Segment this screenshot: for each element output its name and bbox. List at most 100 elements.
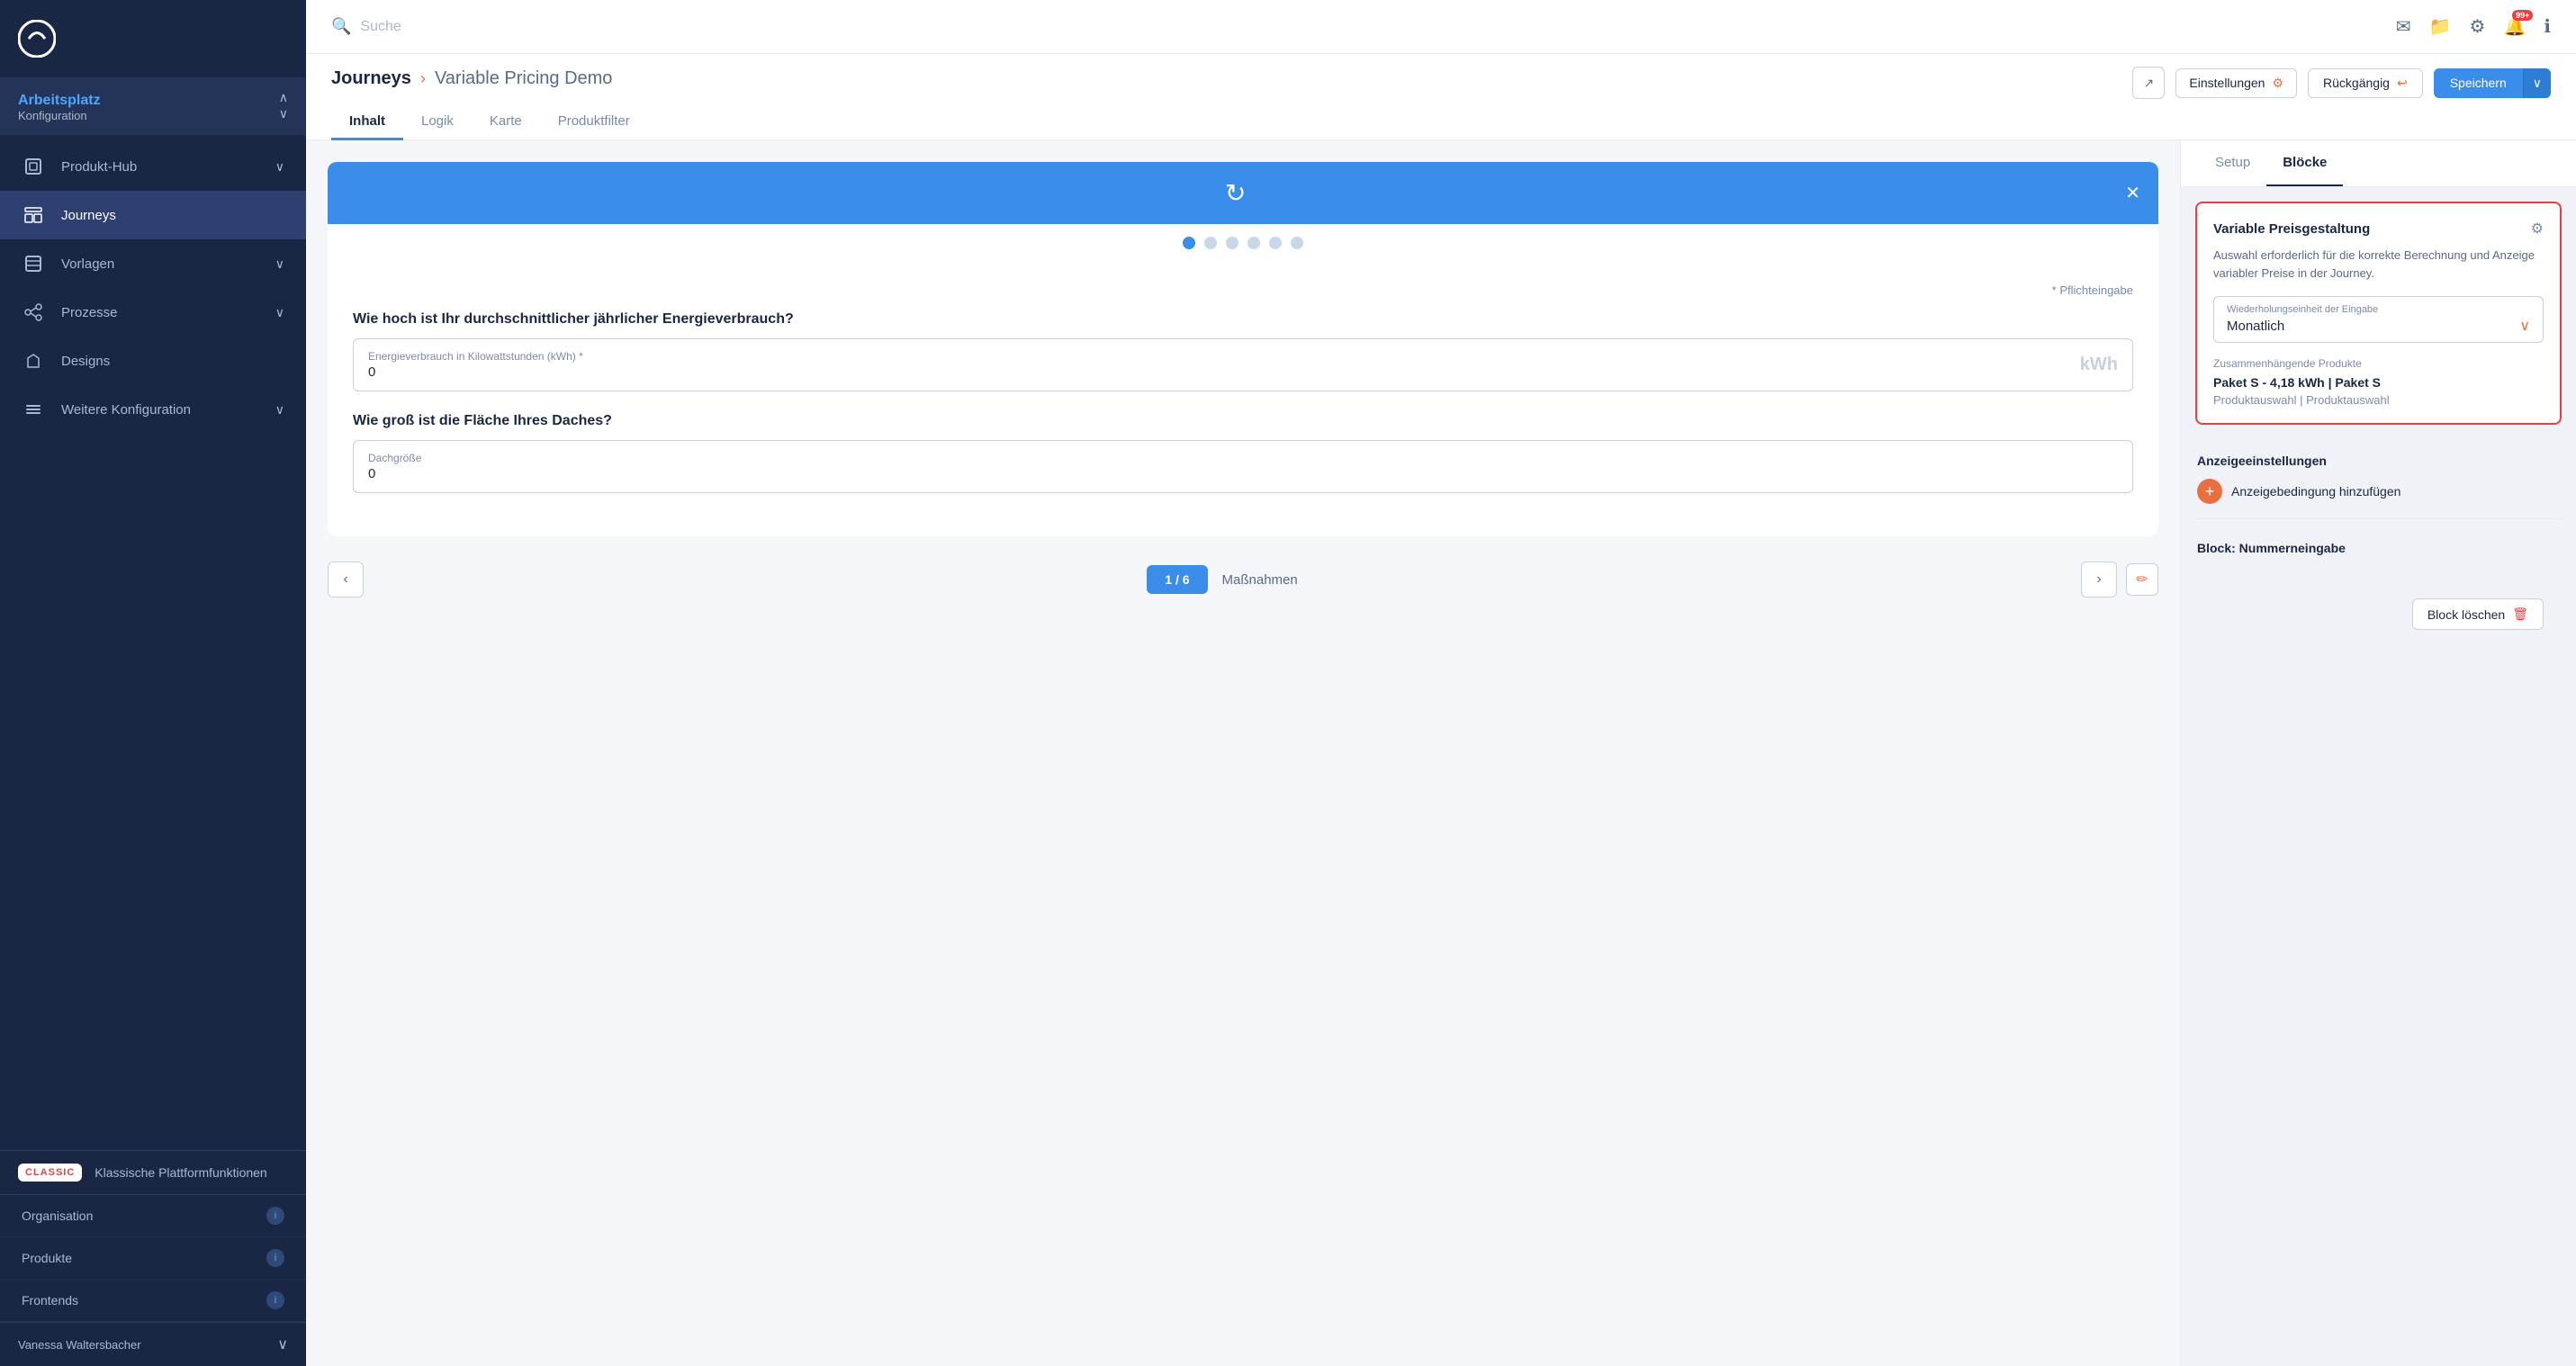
sidebar-item-designs-label: Designs xyxy=(61,354,110,369)
chevron-right-icon: ∨ xyxy=(275,159,284,175)
frontends-label: Frontends xyxy=(22,1293,78,1308)
sidebar-item-journeys-label: Journeys xyxy=(61,208,116,223)
mail-icon[interactable]: ✉ xyxy=(2396,15,2411,38)
save-dropdown-button[interactable]: ∨ xyxy=(2523,68,2551,98)
page-header: Journeys › Variable Pricing Demo ↗ Einst… xyxy=(306,54,2576,140)
sidebar-item-prozesse-label: Prozesse xyxy=(61,305,118,320)
form-content: * Pflichteingabe Wie hoch ist Ihr durchs… xyxy=(328,262,2158,536)
sidebar-produkte[interactable]: Produkte i xyxy=(0,1237,306,1280)
page-dots xyxy=(328,224,2158,262)
next-arrow-icon: › xyxy=(2096,571,2101,588)
question-2: Wie groß ist die Fläche Ihres Daches? xyxy=(353,413,2133,429)
canvas-header-bar: ↻ ✕ xyxy=(328,162,2158,224)
sidebar-organisation[interactable]: Organisation i xyxy=(0,1195,306,1237)
repetition-select[interactable]: Wiederholungseinheit der Eingabe Monatli… xyxy=(2213,296,2544,343)
panel-tabs: Setup Blöcke xyxy=(2181,140,2576,187)
settings-gear-icon: ⚙ xyxy=(2272,76,2283,91)
related-products-label: Zusammenhängende Produkte xyxy=(2213,357,2544,370)
chevron-down-icon: ∨ xyxy=(275,256,284,272)
journey-canvas: ↻ ✕ * Pflichteingabe Wie hoch ist Ihr du… xyxy=(306,140,2180,1366)
folder-icon[interactable]: 📁 xyxy=(2429,15,2452,38)
delete-block-button[interactable]: Block löschen 🗑 xyxy=(2412,598,2544,630)
step-label: Maßnahmen xyxy=(1222,572,1298,588)
pencil-icon: ✏ xyxy=(2136,571,2148,589)
sidebar-frontends[interactable]: Frontends i xyxy=(0,1280,306,1322)
sidebar-item-journeys[interactable]: Journeys xyxy=(0,191,306,239)
main-content: 🔍 Suche ✉ 📁 ⚙ 🔔 99+ ℹ Journeys › Variabl… xyxy=(306,0,2576,1366)
breadcrumb-current: Variable Pricing Demo xyxy=(435,68,613,89)
right-panel: Setup Blöcke Variable Preisgestaltung ⚙ … xyxy=(2180,140,2576,1366)
search-icon: 🔍 xyxy=(331,17,351,36)
sidebar-logo xyxy=(0,0,306,77)
dot-4[interactable] xyxy=(1247,237,1260,249)
classic-badge: CLASSIC xyxy=(18,1164,82,1182)
energy-field-label: Energieverbrauch in Kilowattstunden (kWh… xyxy=(368,350,2080,363)
info-icon: i xyxy=(266,1207,284,1225)
prev-page-button[interactable]: ‹ xyxy=(328,562,364,598)
cube-icon xyxy=(22,155,45,178)
block-card-header: Variable Preisgestaltung ⚙ xyxy=(2213,220,2544,238)
sidebar-item-prozesse[interactable]: Prozesse ∨ xyxy=(0,288,306,337)
save-main-button[interactable]: Speichern xyxy=(2434,68,2523,97)
open-external-button[interactable]: ↗ xyxy=(2132,67,2165,99)
workspace-subtitle: Konfiguration xyxy=(18,109,101,122)
question-1: Wie hoch ist Ihr durchschnittlicher jähr… xyxy=(353,311,2133,328)
panel-tab-bloecke[interactable]: Blöcke xyxy=(2266,140,2343,186)
next-page-button[interactable]: › xyxy=(2081,562,2117,598)
tab-logik[interactable]: Logik xyxy=(403,104,472,140)
config-icon xyxy=(22,398,45,421)
topbar-actions: ✉ 📁 ⚙ 🔔 99+ ℹ xyxy=(2396,15,2551,38)
sidebar-item-produkt-hub-label: Produkt-Hub xyxy=(61,159,137,175)
topbar: 🔍 Suche ✉ 📁 ⚙ 🔔 99+ ℹ xyxy=(306,0,2576,54)
select-value: Monatlich xyxy=(2227,319,2284,334)
sidebar-item-vorlagen[interactable]: Vorlagen ∨ xyxy=(0,239,306,288)
add-condition-button[interactable]: + Anzeigebedingung hinzufügen xyxy=(2197,479,2560,504)
classic-label: Klassische Plattformfunktionen xyxy=(95,1165,266,1180)
tab-produktfilter[interactable]: Produktfilter xyxy=(540,104,648,140)
dropdown-arrow-icon: ∨ xyxy=(2519,317,2530,335)
dot-6[interactable] xyxy=(1291,237,1303,249)
edit-step-button[interactable]: ✏ xyxy=(2126,563,2158,596)
sidebar-user[interactable]: Vanessa Waltersbacher ∨ xyxy=(0,1322,306,1366)
energy-unit: kWh xyxy=(2080,355,2118,375)
gear-icon[interactable]: ⚙ xyxy=(2470,15,2486,38)
chevron-down-3-icon: ∨ xyxy=(275,402,284,418)
breadcrumb-link[interactable]: Journeys xyxy=(331,68,411,89)
dot-2[interactable] xyxy=(1204,237,1217,249)
display-settings-section: Anzeigeeinstellungen + Anzeigebedingung … xyxy=(2181,439,2576,518)
dot-1[interactable] xyxy=(1183,237,1195,249)
workspace-selector[interactable]: Arbeitsplatz Konfiguration ∧ ∨ xyxy=(0,77,306,135)
content-area: ↻ ✕ * Pflichteingabe Wie hoch ist Ihr du… xyxy=(306,140,2576,1366)
bell-icon[interactable]: 🔔 99+ xyxy=(2503,15,2526,38)
page-tabs: Inhalt Logik Karte Produktfilter xyxy=(331,104,2551,139)
sidebar-item-produkt-hub[interactable]: Produkt-Hub ∨ xyxy=(0,142,306,191)
tab-karte[interactable]: Karte xyxy=(472,104,540,140)
notification-badge: 99+ xyxy=(2512,10,2533,21)
dach-input-group[interactable]: Dachgröße 0 xyxy=(353,440,2133,493)
block-section: Block: Nummerneingabe xyxy=(2181,519,2576,580)
panel-tab-setup[interactable]: Setup xyxy=(2199,140,2266,186)
settings-label: Einstellungen xyxy=(2189,76,2265,90)
energy-input-group[interactable]: Energieverbrauch in Kilowattstunden (kWh… xyxy=(353,338,2133,391)
search-area: 🔍 Suche xyxy=(331,17,401,36)
dot-3[interactable] xyxy=(1226,237,1238,249)
dot-5[interactable] xyxy=(1269,237,1282,249)
info-icon[interactable]: ℹ xyxy=(2544,15,2551,38)
dach-field-label: Dachgröße xyxy=(368,452,2118,464)
loading-icon: ↻ xyxy=(1225,178,1246,208)
settings-button[interactable]: Einstellungen ⚙ xyxy=(2175,68,2297,98)
canvas-close-icon[interactable]: ✕ xyxy=(2125,182,2140,204)
select-label: Wiederholungseinheit der Eingabe xyxy=(2227,304,2530,315)
sidebar-item-designs[interactable]: Designs xyxy=(0,337,306,385)
sidebar: Arbeitsplatz Konfiguration ∧ ∨ Produkt-H… xyxy=(0,0,306,1366)
classic-platform-item[interactable]: CLASSIC Klassische Plattformfunktionen xyxy=(0,1150,306,1194)
block-settings-icon[interactable]: ⚙ xyxy=(2531,220,2544,238)
undo-button[interactable]: Rückgängig ↩ xyxy=(2308,68,2423,98)
sidebar-item-weitere[interactable]: Weitere Konfiguration ∨ xyxy=(0,385,306,434)
block-description: Auswahl erforderlich für die korrekte Be… xyxy=(2213,247,2544,282)
template-icon xyxy=(22,252,45,275)
chevron-down-2-icon: ∨ xyxy=(275,305,284,320)
tab-inhalt[interactable]: Inhalt xyxy=(331,104,403,140)
search-placeholder: Suche xyxy=(360,19,401,35)
produkte-label: Produkte xyxy=(22,1251,72,1265)
